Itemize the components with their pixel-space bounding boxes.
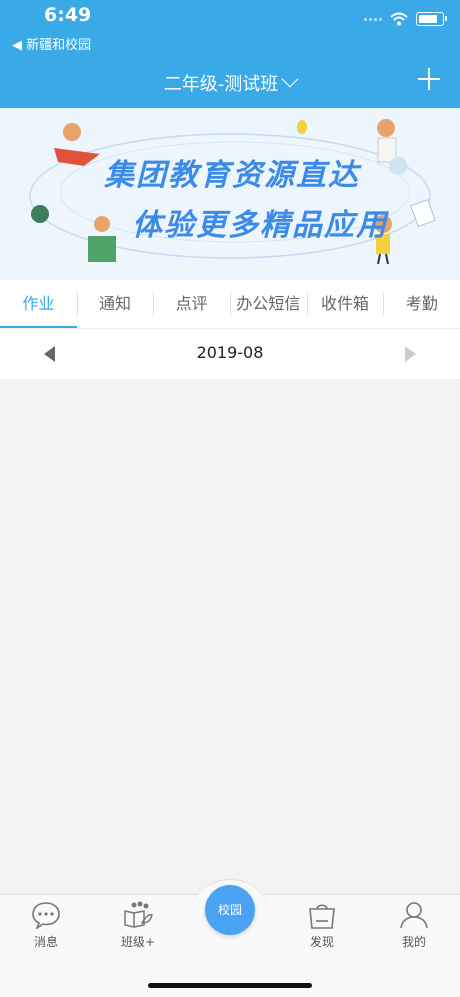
tab-inbox[interactable]: 收件箱 xyxy=(306,280,384,328)
tabbar-item-discover[interactable]: 发现 xyxy=(282,901,362,950)
tabbar-label: 消息 xyxy=(33,935,58,949)
current-month: 2019-08 xyxy=(196,343,264,362)
tabbar-label: 发现 xyxy=(309,935,334,949)
status-icons xyxy=(364,12,447,26)
bottom-tab-bar: 消息 班级+ 校园 发现 我的 xyxy=(0,879,460,997)
category-tabs: 作业 通知 点评 办公短信 收件箱 考勤 xyxy=(0,280,460,328)
promo-banner[interactable]: 集团教育资源直达 体验更多精品应用 xyxy=(0,108,460,280)
banner-headline-1: 集团教育资源直达 xyxy=(104,158,360,193)
profile-icon xyxy=(400,902,428,929)
tab-homework[interactable]: 作业 xyxy=(0,280,77,328)
class-icon xyxy=(124,901,153,928)
tabbar-label: 我的 xyxy=(401,935,426,949)
discover-bag-icon xyxy=(309,904,335,929)
tab-office-sms[interactable]: 办公短信 xyxy=(230,280,307,328)
plus-icon[interactable] xyxy=(418,68,440,90)
banner-illustration xyxy=(29,119,436,265)
tabbar-item-class[interactable]: 班级+ xyxy=(98,901,178,950)
home-indicator xyxy=(148,983,312,988)
header: 6:49 ◀ 新疆和校园 二年级-测试班 xyxy=(0,0,460,108)
tabbar-item-mine[interactable]: 我的 xyxy=(374,901,454,950)
class-title: 二年级-测试班 xyxy=(163,74,279,95)
message-icon xyxy=(32,902,60,929)
campus-center-button[interactable]: 校园 xyxy=(205,885,255,935)
battery-icon xyxy=(416,12,447,26)
tabbar-item-messages[interactable]: 消息 xyxy=(6,901,86,950)
chevron-down-icon xyxy=(281,70,299,88)
banner-headline-2: 体验更多精品应用 xyxy=(132,208,388,243)
tabbar-label: 班级+ xyxy=(120,935,156,949)
content-area xyxy=(0,378,460,894)
tab-attendance[interactable]: 考勤 xyxy=(383,280,460,328)
back-to-app-link[interactable]: ◀ 新疆和校园 xyxy=(12,34,91,53)
class-selector[interactable]: 二年级-测试班 xyxy=(0,70,460,96)
month-selector: 2019-08 xyxy=(0,328,460,379)
tab-notice[interactable]: 通知 xyxy=(76,280,154,328)
wifi-icon xyxy=(390,12,408,26)
tab-comment[interactable]: 点评 xyxy=(153,280,230,328)
status-time: 6:49 xyxy=(44,4,92,26)
signal-icon xyxy=(364,17,382,21)
arrow-right-icon[interactable] xyxy=(405,346,416,362)
